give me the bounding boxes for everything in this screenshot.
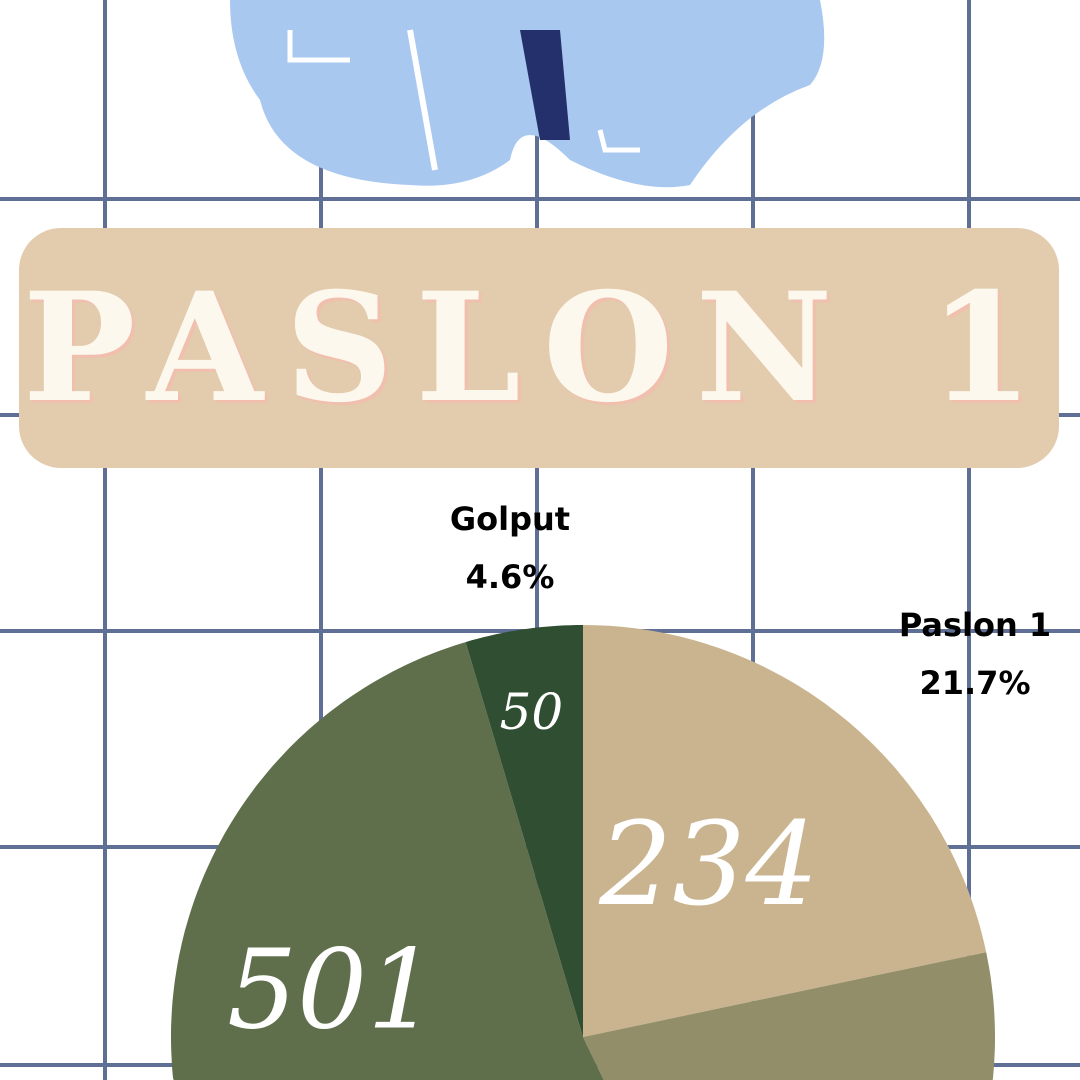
golput-name: Golput (449, 500, 571, 538)
paslon1-percent: 21.7% (919, 664, 1031, 702)
infographic: PASLON 1 234 501 50 Golput 4.6% Paslon 1 2… (0, 0, 1080, 1080)
slice-value-label: 501 (227, 926, 437, 1054)
golput-percent: 4.6% (465, 558, 555, 596)
slice-value-label: 50 (500, 683, 564, 741)
slice-value-label: 234 (598, 798, 819, 932)
paslon1-label: Paslon 1 21.7% (880, 596, 1070, 712)
paslon1-name: Paslon 1 (898, 606, 1052, 644)
golput-label: Golput 4.6% (420, 490, 600, 606)
